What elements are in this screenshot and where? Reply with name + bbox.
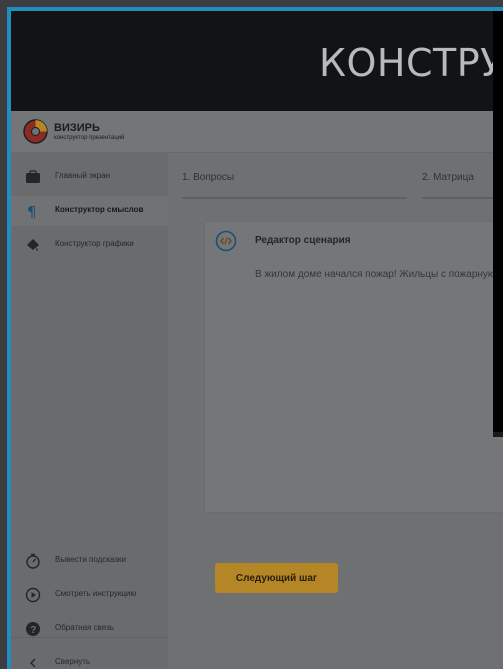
sidebar-item-instructions[interactable]: Смотреть инструкцию — [11, 580, 168, 610]
tab-matrix[interactable]: 2. Матрица — [422, 172, 474, 183]
scenario-text[interactable]: В жилом доме начался пожар! Жильцы с пож… — [255, 267, 503, 282]
paint-bucket-icon — [27, 239, 39, 251]
app-header: ВИЗИРЬ конструктор презентаций — [11, 111, 503, 153]
sidebar-item-feedback[interactable]: ? Обратная связь — [11, 614, 168, 644]
sidebar-collapse[interactable]: Свернуть — [11, 648, 168, 669]
sidebar-item-label: Смотреть инструкцию — [55, 589, 137, 598]
question-icon: ? — [26, 622, 40, 636]
code-icon — [215, 230, 237, 252]
sidebar-item-label: Конструктор графики — [55, 239, 134, 248]
logo-icon — [23, 119, 48, 144]
card-title: Редактор сценария — [255, 235, 351, 246]
sidebar-item-hints[interactable]: Вывести подсказки — [11, 546, 168, 576]
svg-text:¶: ¶ — [27, 203, 37, 219]
chevron-left-icon — [30, 658, 36, 668]
sidebar-item-meaning-constructor[interactable]: ¶ Конструктор смыслов — [11, 196, 168, 226]
overlay-dialog-shadow — [493, 432, 503, 437]
scenario-editor-card: Редактор сценария В жилом доме начался п… — [204, 221, 503, 513]
sidebar-divider — [11, 637, 168, 638]
sidebar-item-label: Конструктор смыслов — [55, 205, 144, 214]
sidebar-item-label: Главный экран — [55, 171, 111, 180]
sidebar: Главный экран ¶ Конструктор смыслов Конс… — [11, 153, 168, 669]
banner: КОНСТРУ — [11, 11, 503, 111]
banner-title: КОНСТРУ — [319, 41, 503, 85]
pilcrow-icon: ¶ — [27, 203, 37, 219]
sidebar-item-label: Свернуть — [55, 657, 91, 666]
sidebar-item-graphics-constructor[interactable]: Конструктор графики — [11, 230, 168, 260]
next-step-button[interactable]: Следующий шаг — [215, 563, 338, 593]
logo-subtitle: конструктор презентаций — [54, 135, 125, 141]
logo-title: ВИЗИРЬ — [54, 122, 100, 134]
overlay-dialog — [493, 11, 503, 437]
svg-text:?: ? — [30, 625, 36, 636]
sidebar-item-home[interactable]: Главный экран — [11, 162, 168, 192]
tab-questions[interactable]: 1. Вопросы — [182, 172, 234, 183]
sidebar-item-label: Обратная связь — [55, 623, 114, 632]
step-progress-line — [182, 197, 407, 199]
step-progress-line — [422, 197, 503, 199]
play-icon — [25, 587, 41, 603]
briefcase-icon — [26, 170, 40, 183]
app-window: КОНСТРУ ВИЗИРЬ конструктор презентаций Г… — [11, 11, 503, 669]
main-content: 1. Вопросы 2. Матрица Редактор сценария … — [168, 153, 503, 669]
sidebar-item-label: Вывести подсказки — [55, 555, 126, 564]
stopwatch-icon — [26, 553, 40, 569]
